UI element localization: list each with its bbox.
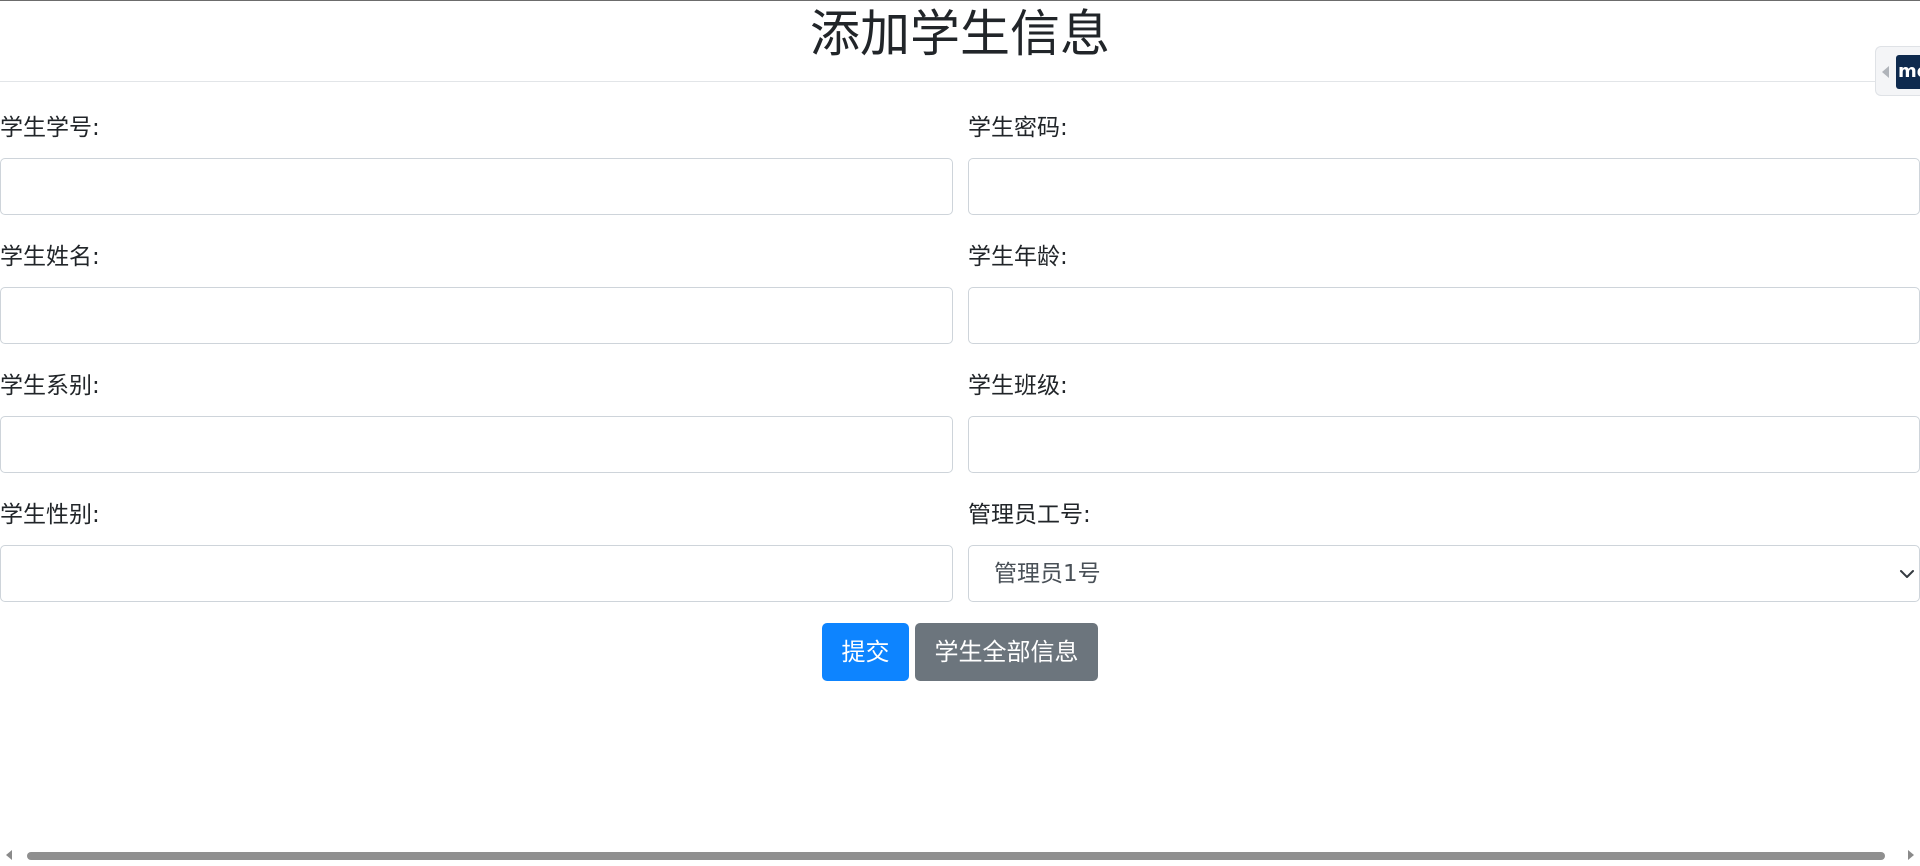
student-age-group: 学生年龄: xyxy=(968,211,1920,344)
student-class-label: 学生班级: xyxy=(968,373,1068,399)
form-row-1: 学生学号: 学生密码: xyxy=(0,82,1920,215)
student-password-group: 学生密码: xyxy=(968,82,1920,215)
scrollbar-thumb[interactable] xyxy=(27,852,1885,860)
student-gender-group: 学生性别: xyxy=(0,469,953,602)
student-name-group: 学生姓名: xyxy=(0,211,953,344)
side-extension-widget[interactable]: me xyxy=(1875,46,1920,96)
scroll-left-icon[interactable] xyxy=(6,850,12,860)
admin-id-select[interactable]: 管理员1号 xyxy=(968,545,1920,602)
submit-button[interactable]: 提交 xyxy=(822,623,909,681)
admin-id-label: 管理员工号: xyxy=(968,502,1091,528)
student-id-label: 学生学号: xyxy=(0,115,100,141)
student-class-group: 学生班级: xyxy=(968,340,1920,473)
page-title: 添加学生信息 xyxy=(0,0,1920,82)
caret-left-icon xyxy=(1882,66,1889,78)
student-password-input[interactable] xyxy=(968,158,1920,215)
all-students-button[interactable]: 学生全部信息 xyxy=(915,623,1098,681)
student-class-input[interactable] xyxy=(968,416,1920,473)
student-id-input[interactable] xyxy=(0,158,953,215)
scroll-right-icon[interactable] xyxy=(1908,850,1914,860)
student-age-label: 学生年龄: xyxy=(968,244,1068,270)
student-department-label: 学生系别: xyxy=(0,373,100,399)
student-name-label: 学生姓名: xyxy=(0,244,100,270)
student-age-input[interactable] xyxy=(968,287,1920,344)
form-row-3: 学生系别: 学生班级: xyxy=(0,340,1920,473)
student-department-group: 学生系别: xyxy=(0,340,953,473)
form-row-2: 学生姓名: 学生年龄: xyxy=(0,211,1920,344)
extension-logo: me xyxy=(1896,55,1920,89)
admin-id-group: 管理员工号: 管理员1号 xyxy=(968,469,1920,602)
student-id-group: 学生学号: xyxy=(0,82,953,215)
admin-id-select-value: 管理员1号 xyxy=(994,561,1101,587)
student-gender-input[interactable] xyxy=(0,545,953,602)
horizontal-scrollbar[interactable] xyxy=(0,844,1920,866)
student-gender-label: 学生性别: xyxy=(0,502,100,528)
form-row-4: 学生性别: 管理员工号: 管理员1号 xyxy=(0,469,1920,602)
form-actions: 提交 学生全部信息 xyxy=(0,623,1920,681)
chevron-down-icon xyxy=(1900,570,1914,578)
student-name-input[interactable] xyxy=(0,287,953,344)
student-password-label: 学生密码: xyxy=(968,115,1068,141)
student-department-input[interactable] xyxy=(0,416,953,473)
